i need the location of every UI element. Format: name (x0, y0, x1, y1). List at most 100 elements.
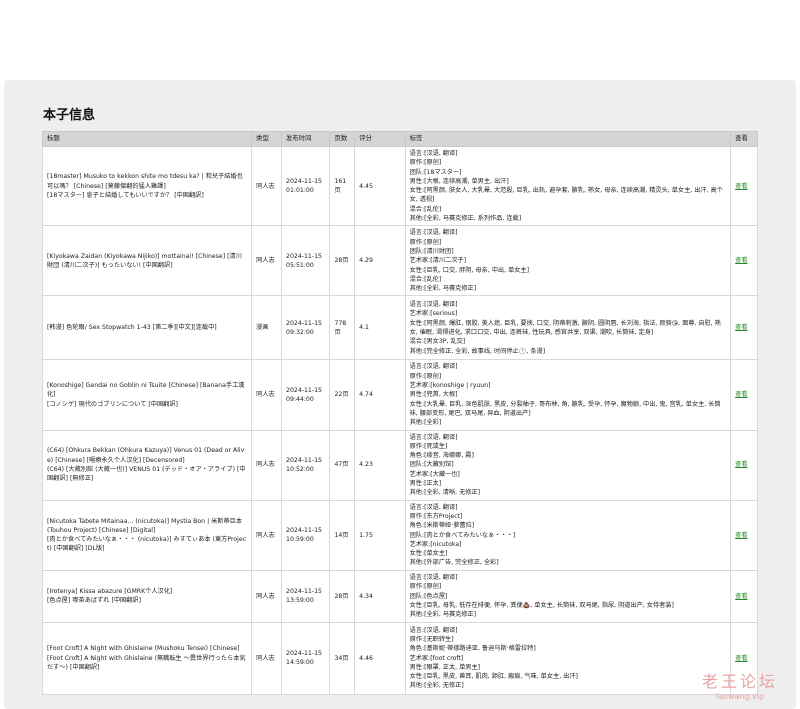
tag-line: 原作:[原创] (409, 238, 442, 246)
tag-line: 混合:[乱伦] (409, 275, 442, 283)
rating-cell: 4.45 (354, 145, 406, 227)
tag-line: 其他:[全彩, 马赛克修正, 系列作品, 连载] (409, 215, 522, 223)
col-header-rating: 评分 (354, 131, 406, 147)
table-row: (C64) [Ohkura Bekkan (Ohkura Kazuya)] Ve… (41, 429, 758, 501)
view-link[interactable]: 查看 (735, 532, 747, 539)
tag-line: 男性:[正太] (409, 480, 442, 488)
type-cell: 同人志 (251, 359, 283, 431)
type-value: 同人志 (256, 654, 275, 662)
type-cell: 同人志 (251, 429, 283, 501)
tag-line: 艺术家:[foot croft] (409, 654, 464, 662)
tags-cell: 语言:[汉语, 翻译] 艺术家:[serious] 女性:[阿黑颜, 爆肛, 钢胶,… (404, 295, 732, 361)
type-value: 同人志 (256, 531, 275, 539)
title-line: [韩漫] 色轮眼/ Sex Stopwatch 1-43 [第二季][中文][连… (47, 324, 217, 332)
view-cell: 查看 (730, 145, 758, 227)
tag-line: 角色:[绫音, 海娜娜, 霞] (409, 452, 474, 460)
tag-line: 团队:[18マスター] (409, 168, 462, 176)
title-line: [Irotenya] Kissa abazure [GMRK个人汉化] (47, 587, 173, 595)
view-link[interactable]: 查看 (735, 655, 747, 662)
tag-line: 艺术家:[konoshige | ryuun] (409, 382, 491, 390)
pages-value: 161页 (334, 177, 347, 195)
tag-line: 其他:[全彩, 清晰, 无修正] (409, 489, 481, 497)
time-value: 05:51:00 (286, 261, 314, 269)
pages-cell: 28页 (329, 569, 356, 623)
title-line: [Kiyokawa Zaidan (Kiyokawa Nijiko)] mott… (47, 252, 242, 269)
title-cell: [Nicutoka Tabete Mitainaa... (nicutoka)]… (41, 499, 253, 571)
pages-cell: 28页 (329, 225, 356, 297)
date-cell: 2024-11-15 01:01:00 (281, 145, 331, 227)
date-cell: 2024-11-15 13:59:00 (281, 569, 331, 623)
tag-line: 角色:[米斯蒂娅·萝蕾拉] (409, 522, 475, 530)
rating-value: 4.74 (359, 391, 373, 399)
tag-line: 原作:[原创] (409, 583, 442, 591)
tag-line: 语言:[汉语, 翻译] (409, 433, 458, 441)
tag-line: 其他:[外部广告, 完全修正, 全彩] (409, 559, 499, 567)
tags-cell: 语言:[汉语, 翻译] 原作:[东方Project] 角色:[米斯蒂娅·萝蕾拉] 团队… (404, 499, 732, 571)
type-cell: 同人志 (251, 569, 283, 623)
date-cell: 2024-11-15 14:59:00 (281, 621, 331, 695)
pages-value: 28页 (334, 257, 349, 265)
rating-value: 1.75 (359, 531, 373, 539)
time-value: 09:32:00 (286, 328, 314, 336)
time-value: 10:59:00 (286, 536, 314, 544)
date-value: 2024-11-15 (286, 386, 322, 394)
title-cell: (C64) [Ohkura Bekkan (Ohkura Kazuya)] Ve… (41, 429, 253, 501)
col-header-date: 发布时间 (281, 131, 331, 147)
tag-line: 团队:[肉とか食べてみたいなぁ・・・] (409, 531, 516, 539)
tag-line: 语言:[汉语, 翻译] (409, 363, 458, 371)
date-value: 2024-11-15 (286, 649, 322, 657)
type-value: 同人志 (256, 257, 275, 265)
view-cell: 查看 (730, 295, 758, 361)
date-cell: 2024-11-15 09:32:00 (281, 295, 331, 361)
tag-line: 语言:[汉语, 翻译] (409, 301, 458, 309)
view-link[interactable]: 查看 (735, 391, 747, 398)
rating-value: 4.23 (359, 461, 373, 469)
rating-value: 4.46 (359, 654, 373, 662)
view-link[interactable]: 查看 (735, 593, 747, 600)
table-row: [Konoshige] Gendai no Goblin ni Tsuite [… (41, 359, 758, 431)
view-link[interactable]: 查看 (735, 183, 747, 190)
rating-value: 4.45 (359, 182, 373, 190)
tag-line: 混合:[男女3P, 乱交] (409, 338, 466, 346)
title-cell: [Foot Croft] A Night with Ghislaine (Mus… (41, 621, 253, 695)
tag-line: 艺术家:[serious] (409, 310, 458, 318)
title-cell: [Konoshige] Gendai no Goblin ni Tsuite [… (41, 359, 253, 431)
tag-line: 艺术家:[nicutoka] (409, 540, 462, 548)
col-header-pages: 页数 (329, 131, 356, 147)
pages-cell: 34页 (329, 621, 356, 695)
view-cell: 查看 (730, 621, 758, 695)
tag-line: 原作:[原创] (409, 159, 442, 167)
tags-cell: 语言:[汉语, 翻译] 原作:[死或生] 角色:[绫音, 海娜娜, 霞] 团队:[大藏… (404, 429, 732, 501)
title-line: [Nicutoka Tabete Mitainaa... (nicutoka)]… (47, 517, 243, 534)
rating-value: 4.29 (359, 257, 373, 265)
title-line: (C64) [大蔵別館 (大蔵一也)] VENUS 01 (デッド・オア・アライ… (47, 466, 246, 483)
time-value: 10:52:00 (286, 466, 314, 474)
view-link[interactable]: 查看 (735, 257, 747, 264)
tags-cell: 语言:[汉语, 翻译] 原作:[原创] 团队:[色点屋] 女性:[巨乳, 母乳, 低存… (404, 569, 732, 623)
table-row: [Kiyokawa Zaidan (Kiyokawa Nijiko)] mott… (41, 225, 758, 297)
view-link[interactable]: 查看 (735, 324, 747, 331)
title-cell: [18master] Musuko to kekkon shite mo tde… (41, 145, 253, 227)
tag-line: 艺术家:[大藏一也] (409, 470, 460, 478)
type-value: 同人志 (256, 592, 275, 600)
books-table: 标题 类型 发布时间 页数 评分 标签 查看 [18master] Musuko… (41, 131, 758, 695)
rating-cell: 4.1 (354, 295, 406, 361)
date-value: 2024-11-15 (286, 252, 322, 260)
tag-line: 原作:[无职转生] (409, 635, 454, 643)
tag-line: 女性:[巨乳, 母乳, 低存在排便, 怀孕, 粪便💩, 单女主, 长筒袜, 双马… (409, 601, 674, 609)
tag-line: 语言:[汉语, 翻译] (409, 573, 458, 581)
type-cell: 漫画 (251, 295, 283, 361)
tag-line: 团队:[大藏别馆] (409, 461, 454, 469)
tag-line: 角色:[基斯妮·蒂德路迪亚, 鲁迪乌斯·格雷拉特] (409, 645, 536, 653)
type-value: 同人志 (256, 461, 275, 469)
view-link[interactable]: 查看 (735, 461, 747, 468)
tag-line: 女性:[大乳晕, 巨乳, 深色肌肤, 黑皮, 分裂柚子, 哥布林, 角, 腋乳,… (409, 400, 721, 417)
tag-line: 其他:[全彩, 马赛克修正] (409, 285, 477, 293)
view-cell: 查看 (730, 429, 758, 501)
tag-line: 其他:[完全修正, 全彩, 故事线, 时间停止🕐, 条漫] (409, 347, 546, 355)
tag-line: 团队:[清川财团] (409, 247, 454, 255)
tag-line: 其他:[全彩, 马赛克修正] (409, 611, 477, 619)
type-value: 同人志 (256, 182, 275, 190)
time-value: 13:59:00 (286, 597, 314, 605)
type-cell: 同人志 (251, 499, 283, 571)
